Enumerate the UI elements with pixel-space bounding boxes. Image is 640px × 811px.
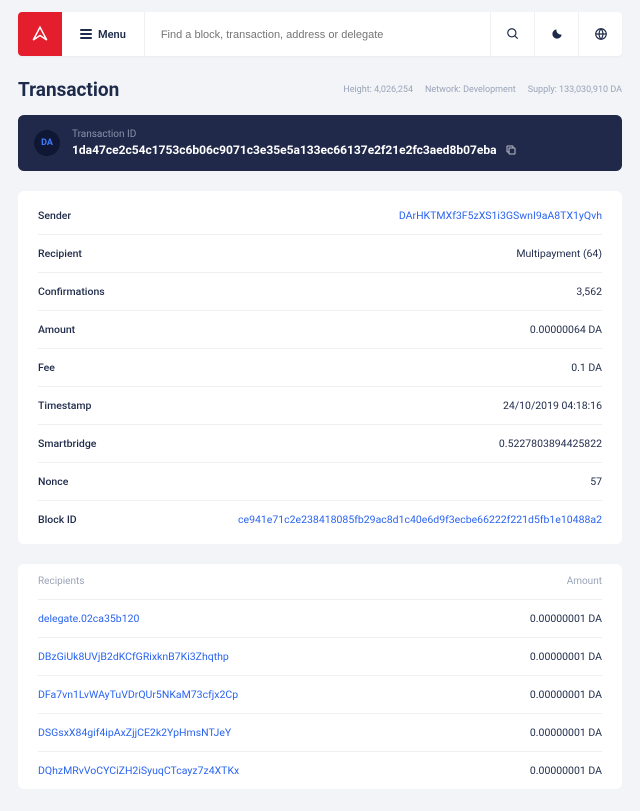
network-button[interactable] — [578, 12, 622, 56]
recipient-address[interactable]: DSGsxX84gif4ipAxZjjCE2k2YpHmsNTJeY — [38, 726, 231, 739]
page-header: Transaction Height: 4,026,254 Network: D… — [18, 78, 622, 101]
detail-label: Sender — [38, 209, 71, 222]
detail-value: 0.00000064 DA — [530, 323, 602, 336]
detail-label: Recipient — [38, 247, 82, 260]
search-icon — [506, 27, 520, 41]
detail-label: Fee — [38, 361, 55, 374]
recipient-row: DFa7vn1LvWAyTuVDrQUr5NKaM73cfjx2Cp 0.0000… — [38, 676, 602, 714]
detail-label: Timestamp — [38, 399, 91, 412]
hamburger-icon — [80, 29, 92, 39]
detail-value: Multipayment (64) — [516, 247, 602, 260]
col-amount: Amount — [567, 576, 602, 587]
detail-value: 0.5227803894425822 — [499, 437, 602, 450]
detail-value: 24/10/2019 04:18:16 — [503, 399, 602, 412]
detail-value: 0.1 DA — [571, 361, 602, 374]
detail-label: Confirmations — [38, 285, 105, 298]
menu-button[interactable]: Menu — [62, 12, 145, 56]
currency-badge: DA — [34, 130, 60, 156]
detail-row: Amount 0.00000064 DA — [38, 311, 602, 349]
recipient-row: DQhzMRvVoCYCiZH2iSyuqCTcayz7z4XTKx 0.0000… — [38, 752, 602, 789]
detail-label: Smartbridge — [38, 437, 96, 450]
topbar: Menu — [18, 12, 622, 56]
topbar-actions — [490, 12, 622, 56]
detail-label: Amount — [38, 323, 75, 336]
recipient-address[interactable]: DBzGiUk8UVjB2dKCfGRixknB7Ki3Zhqthp — [38, 650, 229, 663]
recipient-row: delegate.02ca35b120 0.00000001 DA — [38, 600, 602, 638]
col-recipients: Recipients — [38, 576, 84, 587]
recipients-card: Recipients Amount delegate.02ca35b120 0.0… — [18, 564, 622, 789]
detail-row: Confirmations 3,562 — [38, 273, 602, 311]
detail-row: Nonce 57 — [38, 463, 602, 501]
details-card: Sender DArHKTMXf3F5zXS1i3GSwnI9aA8TX1yQvh… — [18, 191, 622, 544]
recipient-amount: 0.00000001 DA — [530, 688, 602, 701]
transaction-id-card: DA Transaction ID 1da47ce2c54c1753c6b06c… — [18, 115, 622, 171]
search-container — [145, 27, 490, 41]
moon-icon — [550, 27, 564, 41]
detail-row: Recipient Multipayment (64) — [38, 235, 602, 273]
search-input[interactable] — [161, 29, 474, 41]
detail-value: 57 — [590, 475, 602, 488]
recipient-amount: 0.00000001 DA — [530, 764, 602, 777]
recipients-header: Recipients Amount — [38, 564, 602, 600]
recipient-address[interactable]: delegate.02ca35b120 — [38, 612, 139, 625]
recipient-amount: 0.00000001 DA — [530, 726, 602, 739]
detail-label: Nonce — [38, 475, 68, 488]
recipient-row: DSGsxX84gif4ipAxZjjCE2k2YpHmsNTJeY 0.0000… — [38, 714, 602, 752]
theme-toggle[interactable] — [534, 12, 578, 56]
globe-icon — [594, 27, 608, 41]
detail-label: Block ID — [38, 513, 77, 526]
detail-link[interactable]: ce941e71c2e238418085fb29ac8d1c40e6d9f3ec… — [238, 513, 602, 526]
recipient-amount: 0.00000001 DA — [530, 612, 602, 625]
recipient-address[interactable]: DFa7vn1LvWAyTuVDrQUr5NKaM73cfjx2Cp — [38, 688, 238, 701]
detail-row: Timestamp 24/10/2019 04:18:16 — [38, 387, 602, 425]
detail-value: 3,562 — [576, 285, 602, 298]
detail-row: Sender DArHKTMXf3F5zXS1i3GSwnI9aA8TX1yQvh — [38, 197, 602, 235]
menu-label: Menu — [98, 28, 126, 41]
detail-row: Smartbridge 0.5227803894425822 — [38, 425, 602, 463]
brand-logo[interactable] — [18, 12, 62, 56]
page-title: Transaction — [18, 78, 119, 101]
recipient-address[interactable]: DQhzMRvVoCYCiZH2iSyuqCTcayz7z4XTKx — [38, 764, 239, 777]
copy-icon[interactable] — [505, 144, 517, 156]
recipient-amount: 0.00000001 DA — [530, 650, 602, 663]
txid-value: 1da47ce2c54c1753c6b06c9071c3e35e5a133ec6… — [72, 143, 497, 157]
detail-link[interactable]: DArHKTMXf3F5zXS1i3GSwnI9aA8TX1yQvh — [399, 209, 602, 222]
detail-row: Block ID ce941e71c2e238418085fb29ac8d1c40… — [38, 501, 602, 538]
txid-label: Transaction ID — [72, 129, 517, 140]
detail-row: Fee 0.1 DA — [38, 349, 602, 387]
network-meta: Height: 4,026,254 Network: Development S… — [343, 85, 622, 95]
search-button[interactable] — [490, 12, 534, 56]
recipient-row: DBzGiUk8UVjB2dKCfGRixknB7Ki3Zhqthp 0.0000… — [38, 638, 602, 676]
